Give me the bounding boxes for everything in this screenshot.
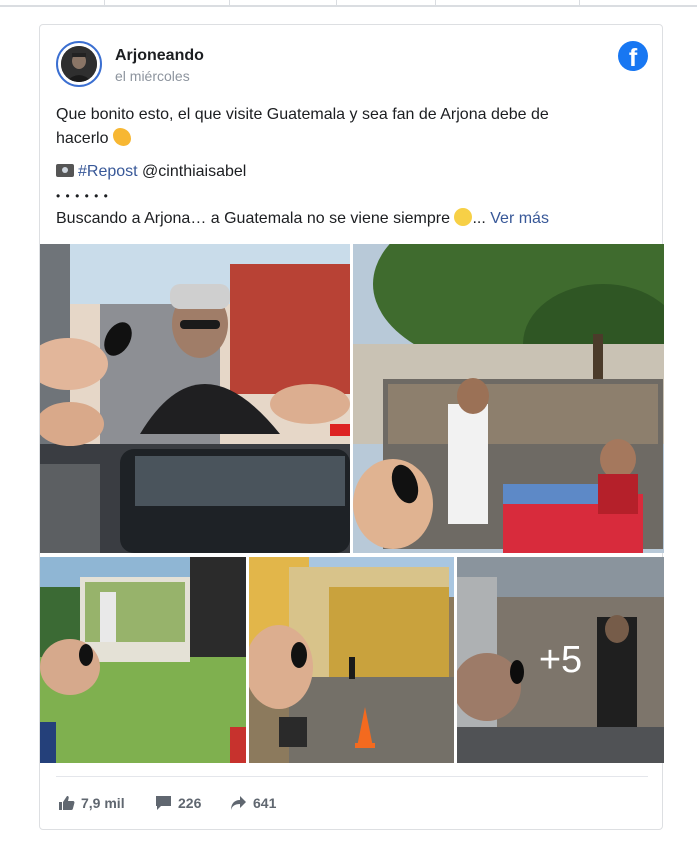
facebook-icon[interactable]: f: [618, 41, 648, 71]
comments-count[interactable]: 226: [155, 795, 201, 811]
post-text-line-4: Buscando a Arjona… a Guatemala no se vie…: [56, 207, 549, 231]
post-card: Arjoneando el miércoles f Que bonito est…: [39, 24, 664, 830]
camera-emoji: [56, 164, 74, 177]
thumbs-up-icon: [58, 795, 75, 811]
photo-4-image: [249, 557, 454, 763]
likes-count-value: 7,9 mil: [81, 795, 125, 811]
post-text-line-3: #Repost @cinthiaisabel: [56, 160, 246, 184]
mention-text: @cinthiaisabel: [142, 163, 247, 180]
footer-divider: [56, 776, 648, 777]
author-avatar[interactable]: [56, 41, 102, 87]
share-arrow-icon: [230, 795, 247, 811]
post-timestamp[interactable]: el miércoles: [115, 68, 190, 84]
top-tab-strip: [0, 0, 697, 7]
post-text-dots: • • • • • •: [56, 189, 109, 203]
see-more-link[interactable]: Ver más: [490, 210, 549, 227]
photo-1[interactable]: [40, 244, 350, 553]
more-photos-count: +5: [538, 638, 583, 681]
clapping-hands-emoji: [112, 128, 131, 146]
author-name[interactable]: Arjoneando: [115, 47, 204, 65]
post-text-line-4-words: Buscando a Arjona… a Guatemala no se vie…: [56, 210, 451, 227]
comment-icon: [155, 795, 172, 811]
comments-count-value: 226: [178, 795, 202, 811]
sad-face-emoji: [454, 208, 473, 226]
likes-count[interactable]: 7,9 mil: [58, 795, 125, 811]
photo-3-image: [40, 557, 246, 763]
photo-4[interactable]: [249, 557, 454, 763]
ellipsis-text: ...: [472, 210, 486, 227]
shares-count[interactable]: 641: [230, 795, 276, 811]
post-text-line-2-words: hacerlo: [56, 130, 109, 147]
photo-1-image: [40, 244, 350, 553]
shares-count-value: 641: [253, 795, 277, 811]
more-photos-overlay[interactable]: +5: [457, 557, 664, 763]
post-text-line-1: Que bonito esto, el que visite Guatemala…: [56, 106, 549, 123]
post-text-line-2: hacerlo: [56, 127, 131, 151]
photo-5[interactable]: +5: [457, 557, 664, 763]
photo-2-image: [353, 244, 664, 553]
repost-hashtag-link[interactable]: #Repost: [78, 163, 138, 180]
photo-3[interactable]: [40, 557, 246, 763]
photo-2[interactable]: [353, 244, 664, 553]
